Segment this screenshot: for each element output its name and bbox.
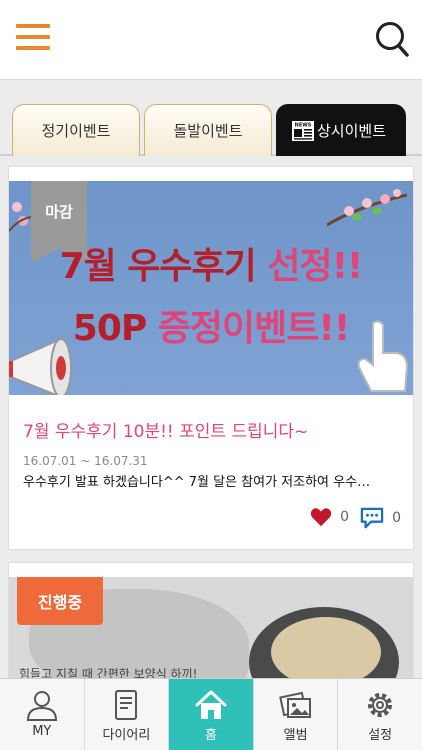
banner-headline-2b: 증정이벤트!! (157, 308, 350, 349)
tab-label: 돌발이벤트 (173, 122, 243, 140)
bottom-navigation: MY 다이어리 홈 앨범 설정 (0, 678, 422, 750)
nav-label: 설정 (368, 728, 393, 743)
person-icon (26, 691, 57, 721)
banner-headline-1: 7월 우수후기 선정!! (9, 237, 413, 289)
album-icon (278, 691, 311, 718)
nav-home[interactable]: 홈 (169, 679, 254, 750)
gear-icon (368, 693, 393, 717)
tab-label: 정기이벤트 (41, 122, 111, 140)
diary-icon (115, 690, 138, 720)
heart-icon (310, 508, 332, 527)
nav-album[interactable]: 앨범 (254, 679, 339, 750)
event-post-card[interactable]: 마감 7월 우수후기 선정!! 50P 증정이벤트!! 7월 우수후기 10분!… (8, 166, 414, 550)
chicken-soup-image (271, 617, 381, 687)
nav-label: 다이어리 (102, 728, 151, 743)
home-icon (195, 690, 227, 719)
like-count: 0 (340, 509, 349, 525)
tab-regular-event[interactable]: 정기이벤트 (12, 104, 140, 156)
banner-headline-1b: 선정!! (267, 246, 363, 287)
nav-settings[interactable]: 설정 (338, 679, 422, 750)
search-icon (376, 22, 409, 57)
event-banner-image: 마감 7월 우수후기 선정!! 50P 증정이벤트!! (9, 181, 413, 395)
megaphone-icon (9, 337, 72, 395)
nav-label: MY (32, 724, 52, 739)
nav-diary[interactable]: 다이어리 (85, 679, 170, 750)
search-button[interactable] (374, 20, 410, 58)
banner-headline-1a: 7월 우수후기 (59, 246, 257, 287)
cherry-blossom-icon (327, 189, 407, 227)
tab-always-event[interactable]: NEWS 상시이벤트 (276, 104, 406, 156)
like-button[interactable]: 0 (310, 507, 349, 527)
comment-button[interactable]: 0 (360, 507, 401, 529)
nav-my[interactable]: MY (0, 679, 85, 750)
comment-count: 0 (392, 510, 401, 526)
nav-label: 앨범 (283, 728, 308, 743)
news-icon: NEWS (292, 120, 314, 141)
post-description: 우수후기 발표 하겠습니다^^ 7월 달은 참여가 저조하여 우수… (23, 475, 371, 490)
pointing-hand-icon (357, 320, 409, 392)
post-date-range: 16.07.01 ~ 16.07.31 (23, 454, 148, 468)
status-badge-closed: 마감 (45, 203, 73, 221)
event-tab-bar: 정기이벤트 돌발이벤트 NEWS 상시이벤트 (0, 80, 422, 156)
status-badge-ongoing: 진행중 (17, 577, 103, 625)
app-header (0, 0, 422, 80)
tab-label: 상시이벤트 (317, 122, 387, 140)
news-icon-text: NEWS (295, 122, 312, 128)
menu-button[interactable] (16, 22, 50, 52)
post-title[interactable]: 7월 우수후기 10분!! 포인트 드립니다~ (23, 417, 308, 442)
blossom-decoration-icon (9, 202, 31, 232)
tab-surprise-event[interactable]: 돌발이벤트 (144, 104, 272, 156)
nav-label: 홈 (205, 728, 217, 743)
comment-icon (360, 507, 384, 529)
